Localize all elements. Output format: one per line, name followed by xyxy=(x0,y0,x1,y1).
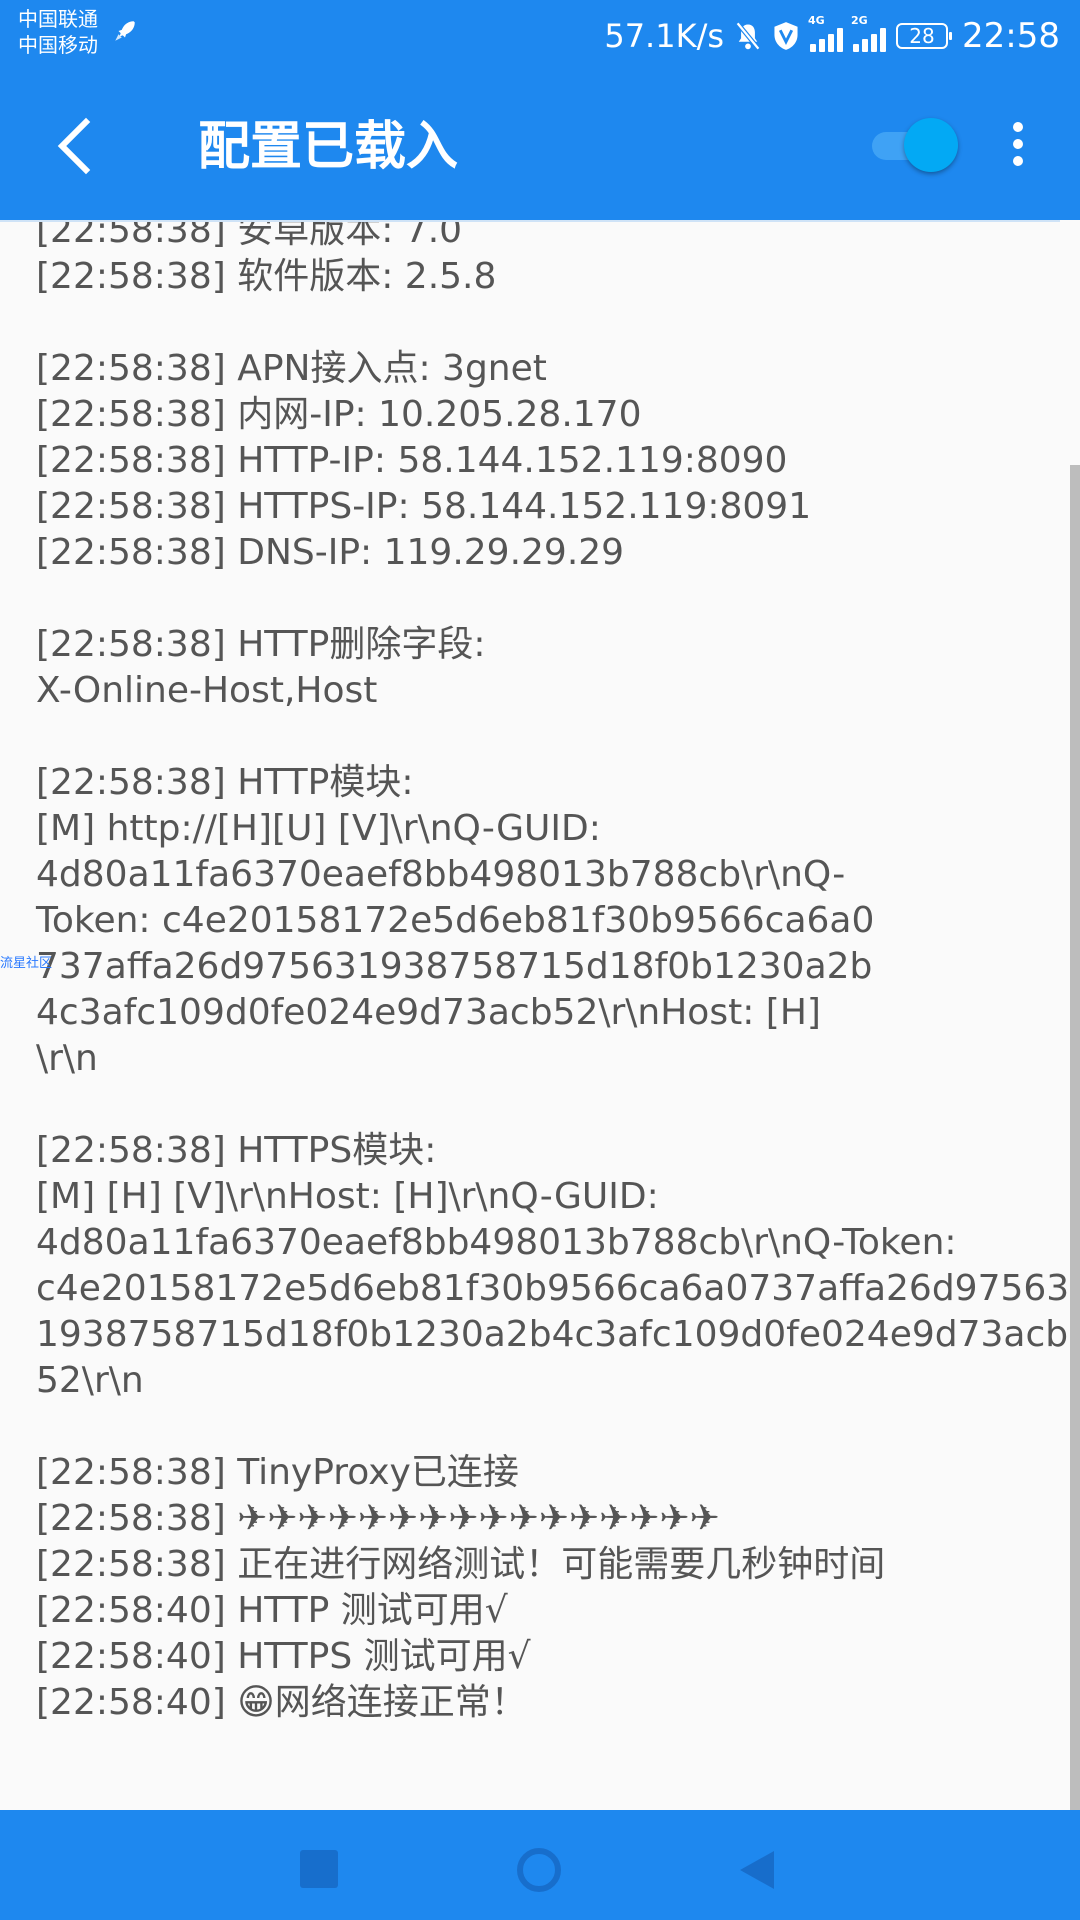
status-icons: 57.1K/s 4G 2G 28 22:58 xyxy=(604,14,1060,58)
status-bar: 中国联通 中国移动 57.1K/s 4G 2G 28 22:58 xyxy=(0,0,1080,72)
net-speed: 57.1K/s xyxy=(604,17,725,55)
battery-icon: 28 xyxy=(896,23,953,49)
signal-icon: 4G xyxy=(808,14,844,52)
log-text: [22:58:38] 安卓版本: 7.0 [22:58:38] 软件版本: 2.… xyxy=(36,220,1070,1723)
rocket-icon xyxy=(115,21,135,41)
mute-bell-icon xyxy=(735,21,761,51)
scrollbar[interactable] xyxy=(1070,465,1080,1810)
back-triangle-icon[interactable] xyxy=(736,1848,778,1892)
signal-2-gen: 2G xyxy=(851,14,868,27)
more-vert-icon[interactable] xyxy=(1000,116,1036,188)
recent-apps-icon[interactable] xyxy=(300,1850,338,1888)
divider xyxy=(0,220,1060,222)
carrier-1: 中国联通 xyxy=(18,7,98,31)
log-panel[interactable]: [22:58:38] 安卓版本: 7.0 [22:58:38] 软件版本: 2.… xyxy=(0,220,1080,1810)
home-icon[interactable] xyxy=(517,1848,561,1892)
toggle-thumb xyxy=(904,118,958,172)
vpn-shield-icon xyxy=(774,22,798,50)
app-bar: 配置已载入 xyxy=(0,72,1080,220)
signal-1-gen: 4G xyxy=(808,14,825,27)
back-arrow-icon[interactable] xyxy=(42,110,114,182)
watermark: 流星社区 xyxy=(0,956,53,971)
page-title: 配置已载入 xyxy=(198,117,459,177)
clock: 22:58 xyxy=(962,16,1060,56)
carrier-2: 中国移动 xyxy=(18,33,98,57)
signal-icon: 2G xyxy=(851,14,887,52)
carrier-info: 中国联通 中国移动 xyxy=(18,6,98,58)
proxy-toggle[interactable] xyxy=(872,118,962,172)
navigation-bar xyxy=(0,1810,1080,1920)
